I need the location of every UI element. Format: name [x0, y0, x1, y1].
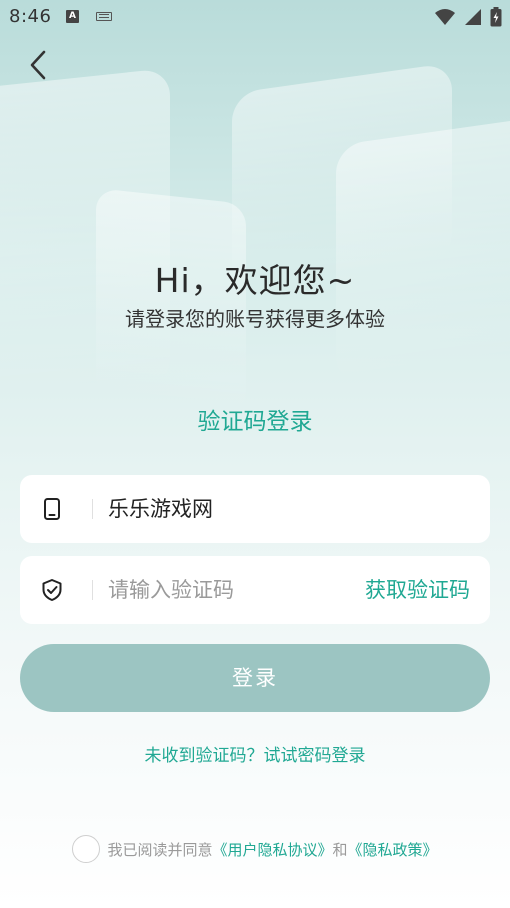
phone-field[interactable]: 乐乐游戏网: [108, 475, 358, 543]
greeting-title: Hi，欢迎您~: [154, 261, 356, 300]
verification-code-input[interactable]: [108, 556, 358, 624]
background-card-shape: [336, 114, 510, 386]
password-login-link[interactable]: 未收到验证码？试试密码登录: [0, 741, 510, 766]
back-button[interactable]: [18, 44, 58, 86]
keyboard-icon: [96, 12, 112, 21]
login-mode-title: 验证码登录: [197, 409, 313, 435]
a-notification-icon: A: [66, 10, 79, 23]
privacy-policy-link[interactable]: 《隐私政策》: [348, 839, 438, 860]
status-time: 8:46: [9, 6, 52, 27]
login-button[interactable]: 登录: [20, 644, 490, 712]
agreement-prefix: 我已阅读并同意: [107, 840, 213, 859]
field-divider: [92, 499, 93, 519]
status-bar: 8:46 A: [0, 0, 510, 36]
agreement-row: 我已阅读并同意 《用户隐私协议》 和 《隐私政策》: [0, 835, 510, 863]
wifi-icon: [435, 9, 455, 25]
chevron-left-icon: [30, 50, 46, 80]
get-code-button[interactable]: 获取验证码: [365, 556, 470, 624]
phone-icon: [40, 497, 64, 521]
user-agreement-link[interactable]: 《用户隐私协议》: [212, 839, 332, 860]
status-icons: [434, 7, 502, 27]
agreement-conjunction: 和: [332, 840, 348, 859]
signal-icon: [465, 9, 481, 25]
phone-field-card: 乐乐游戏网: [20, 475, 490, 543]
code-field-card: 获取验证码: [20, 556, 490, 624]
greeting-subtitle: 请登录您的账号获得更多体验: [125, 307, 385, 331]
agreement-checkbox[interactable]: [72, 835, 101, 863]
shield-check-icon: [40, 578, 64, 602]
battery-charging-icon: [490, 7, 502, 27]
field-divider: [92, 580, 93, 600]
